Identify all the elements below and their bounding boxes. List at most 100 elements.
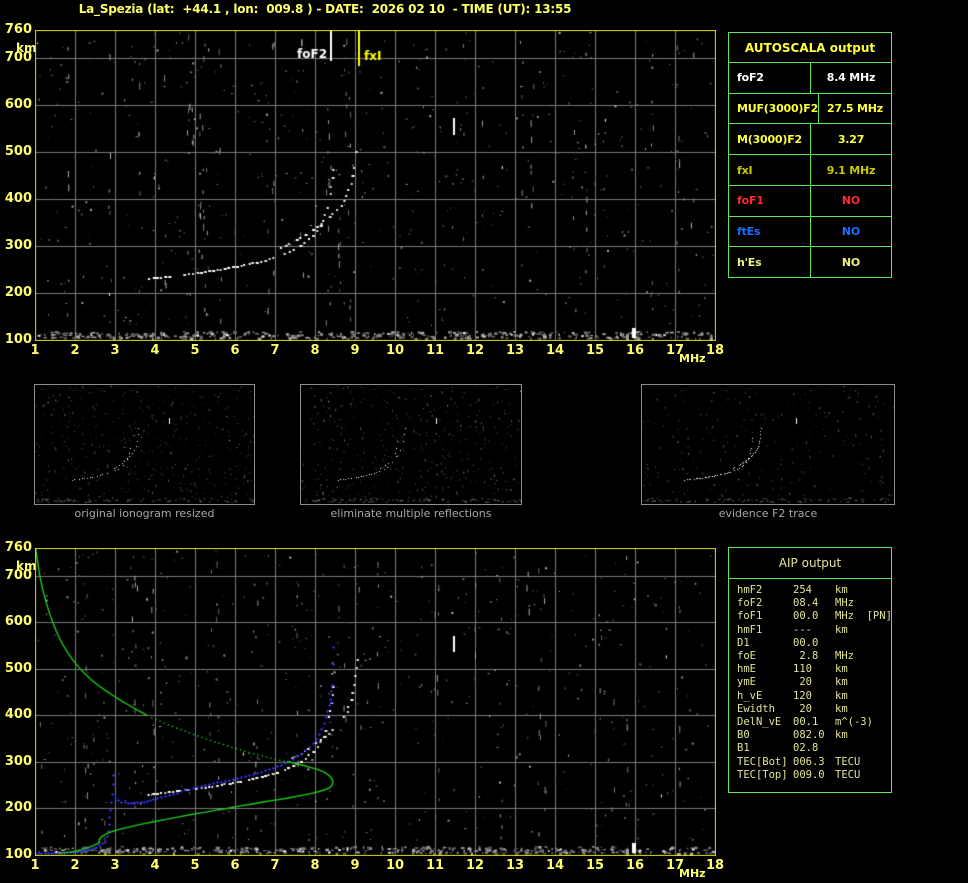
x-tick-label: 8 <box>310 343 320 358</box>
autoscala-row-hes: h'Es NO <box>729 247 891 278</box>
y-tick-label: 400 <box>4 191 32 206</box>
aip-param-unit: km <box>835 729 848 742</box>
x-tick-label: 4 <box>150 858 160 873</box>
aip-param-label: TEC[Bot] <box>737 755 788 768</box>
autoscala-param-value: NO <box>841 255 861 269</box>
ionogram-plot-top <box>35 30 716 341</box>
autoscala-screen: La_Spezia (lat: +44.1 , lon: 009.8 ) - D… <box>0 0 968 883</box>
aip-param-value: 00.0 <box>793 610 819 623</box>
autoscala-table-header: AUTOSCALA output <box>729 33 891 63</box>
autoscala-param-label: foF1 <box>729 185 811 216</box>
autoscala-row-m3000f2: M(3000)F2 3.27 <box>729 124 891 156</box>
aip-param-value: 02.8 <box>793 742 819 755</box>
aip-param-value: 2.8 <box>793 650 819 663</box>
aip-param-label: B1 <box>737 742 750 755</box>
x-tick-label: 11 <box>425 858 445 873</box>
x-tick-label: 12 <box>465 343 485 358</box>
aip-param-value: 120 <box>793 689 812 702</box>
y-tick-label: 600 <box>4 614 32 629</box>
aip-row-hmf2: hmF2 254 km <box>737 584 891 597</box>
aip-param-label: ymE <box>737 676 756 689</box>
x-tick-label: 7 <box>270 343 280 358</box>
autoscala-param-label: fxI <box>729 155 811 185</box>
aip-row-ewidth: Ewidth 20 km <box>737 703 891 716</box>
x-tick-label: 8 <box>310 858 320 873</box>
aip-param-label: foE <box>737 650 756 663</box>
aip-row-hmf1: hmF1 --- km <box>737 624 891 637</box>
x-tick-label: 16 <box>625 343 645 358</box>
autoscala-param-value: 27.5 MHz <box>827 102 883 116</box>
aip-param-unit: km <box>835 689 848 702</box>
x-tick-label: 12 <box>465 858 485 873</box>
aip-param-unit: MHz <box>835 597 854 610</box>
autoscala-param-label: ftEs <box>729 216 811 247</box>
km-axis-label: km <box>16 41 37 55</box>
x-tick-label: 15 <box>585 343 605 358</box>
aip-param-unit: MHz [PN] <box>835 610 892 623</box>
aip-param-label: hmF2 <box>737 584 763 596</box>
aip-row-fof1: foF1 00.0 MHz [PN] <box>737 610 892 623</box>
aip-param-unit: km <box>835 702 848 715</box>
aip-row-b0: B0 082.0 km <box>737 729 891 742</box>
aip-row-hve: h_vE 120 km <box>737 690 891 703</box>
autoscala-row-fof2: foF2 8.4 MHz <box>729 63 891 94</box>
x-tick-label: 15 <box>585 858 605 873</box>
autoscala-row-ftes: ftEs NO <box>729 216 891 248</box>
aip-output-table: AIP output hmF2 254 km foF2 08.4 MHz foF1 00.0 M… <box>728 547 892 793</box>
thumbnail-caption-evidence: evidence F2 trace <box>718 507 818 520</box>
autoscala-row-fof1: foF1 NO <box>729 185 891 217</box>
autoscala-param-value: 9.1 MHz <box>826 163 876 177</box>
autoscala-table-rows: foF2 8.4 MHz MUF(3000)F2 27.5 MHz M(3000)F2 3… <box>729 63 891 278</box>
aip-param-value: 00.1 <box>793 716 819 729</box>
aip-row-b1: B1 02.8 <box>737 742 891 755</box>
x-tick-label: 5 <box>190 858 200 873</box>
aip-param-label: B0 <box>737 729 750 742</box>
autoscala-param-value: 8.4 MHz <box>826 71 876 85</box>
aip-param-unit <box>835 637 891 650</box>
x-tick-label: 10 <box>385 858 405 873</box>
thumbnail-eliminate-reflections <box>300 384 522 505</box>
x-tick-label: 13 <box>505 343 525 358</box>
km-axis-label: km <box>16 559 37 573</box>
autoscala-output-table: AUTOSCALA output foF2 8.4 MHz MUF(3000)F2 2… <box>728 32 892 278</box>
aip-row-fof2: foF2 08.4 MHz <box>737 597 891 610</box>
x-tick-label: 3 <box>110 858 120 873</box>
aip-param-label: h_vE <box>737 689 763 702</box>
mhz-axis-label: MHz <box>679 352 706 365</box>
aip-param-label: hmF1 <box>737 623 763 636</box>
autoscala-param-value: NO <box>841 224 861 238</box>
y-tick-label: 500 <box>4 661 32 676</box>
aip-param-value: 254 <box>793 584 812 596</box>
ionogram-plot-bottom <box>35 548 716 856</box>
aip-row-yme: ymE 20 km <box>737 676 891 689</box>
x-tick-label: 2 <box>70 343 80 358</box>
aip-param-unit: m^(-3) <box>835 716 873 729</box>
autoscala-row-muf3000f2: MUF(3000)F2 27.5 MHz <box>729 93 891 125</box>
y-tick-label: 600 <box>4 97 32 112</box>
aip-param-value: 08.4 <box>793 597 819 610</box>
aip-row-delnve: DelN_vE 00.1 m^(-3) <box>737 716 891 729</box>
x-tick-label: 6 <box>230 343 240 358</box>
y-tick-label: 760 <box>4 22 32 37</box>
aip-param-label: hmE <box>737 663 756 676</box>
aip-param-unit: TECU <box>835 755 861 768</box>
x-tick-label: 4 <box>150 343 160 358</box>
aip-param-value: 006.3 <box>793 755 825 768</box>
x-tick-label: 5 <box>190 343 200 358</box>
y-tick-label: 200 <box>4 285 32 300</box>
aip-param-label: D1 <box>737 636 750 649</box>
aip-row-d1: D1 00.0 <box>737 637 891 650</box>
thumbnail-evidence-f2-trace <box>641 384 895 505</box>
aip-param-label: TEC[Top] <box>737 768 788 781</box>
aip-param-label: foF1 <box>737 610 763 623</box>
autoscala-param-value: NO <box>841 194 861 208</box>
x-tick-label: 2 <box>70 858 80 873</box>
autoscala-param-label: h'Es <box>729 247 811 278</box>
y-tick-label: 300 <box>4 754 32 769</box>
aip-param-unit: km <box>835 584 848 596</box>
x-tick-label: 9 <box>350 343 360 358</box>
aip-row-tecbot: TEC[Bot] 006.3 TECU <box>737 756 891 769</box>
autoscala-param-label: foF2 <box>729 63 811 93</box>
mhz-axis-label: MHz <box>679 867 706 880</box>
aip-param-unit: km <box>835 676 848 689</box>
